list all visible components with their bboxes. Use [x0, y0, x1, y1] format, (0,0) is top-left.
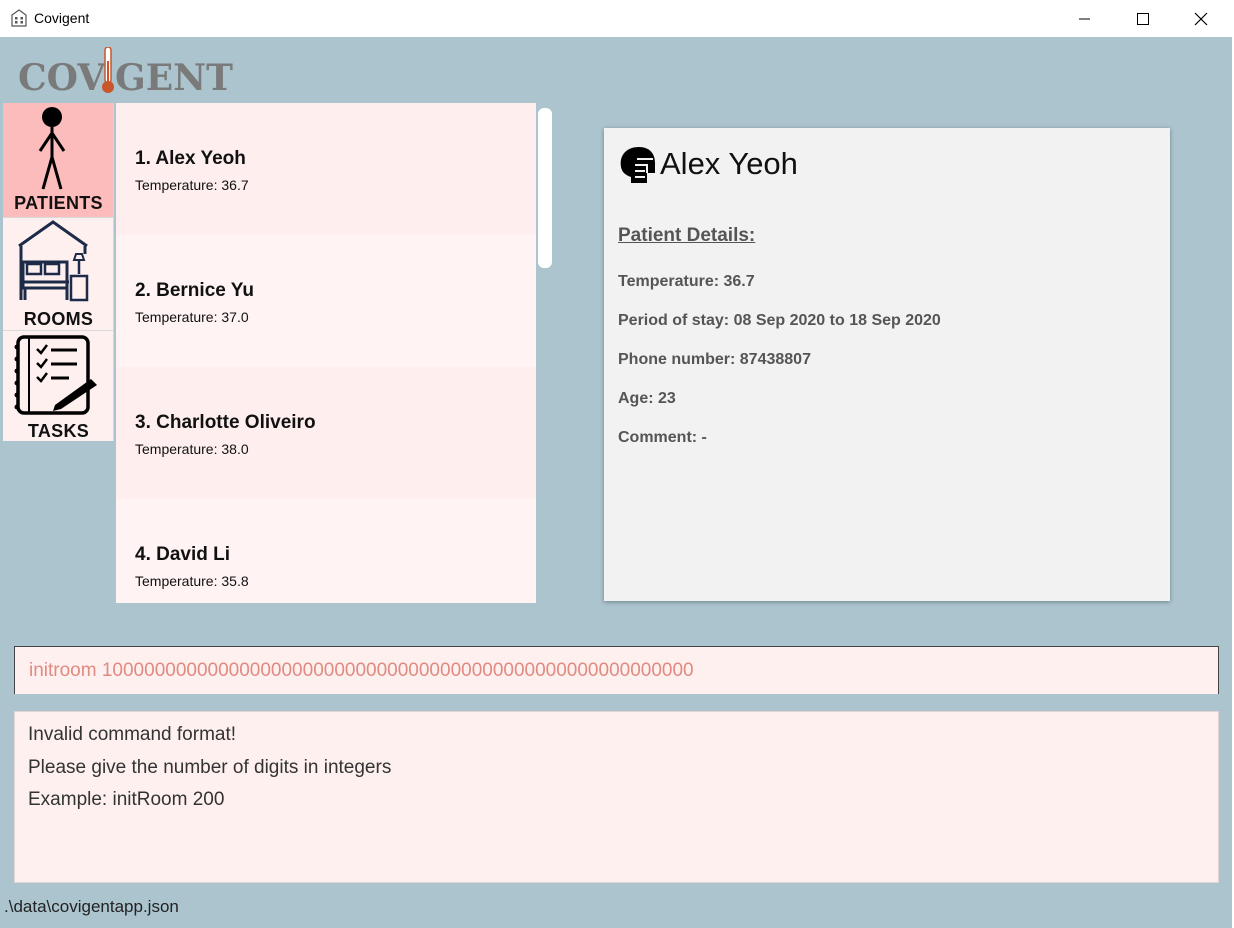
detail-comment: Comment: - [618, 429, 707, 446]
status-bar-file-path: .\data\covigentapp.json [4, 897, 179, 916]
minimize-button[interactable] [1056, 0, 1114, 37]
patient-temperature: Temperature: 36.7 [135, 177, 249, 193]
patient-head-icon [620, 147, 655, 183]
hotel-building-icon [11, 9, 27, 27]
patient-temperature: Temperature: 38.0 [135, 441, 249, 457]
nav-rooms-button[interactable]: ROOMS [3, 217, 114, 330]
logo-text-right: GENT [115, 57, 233, 97]
task-list-icon [14, 335, 97, 415]
close-button[interactable] [1172, 0, 1230, 37]
result-line: Invalid command format! [28, 724, 237, 745]
nav-patients-button[interactable]: PATIENTS [3, 103, 114, 217]
patient-card[interactable]: 1. Alex Yeoh Temperature: 36.7 [116, 103, 536, 235]
detail-phone-number: Phone number: 87438807 [618, 351, 811, 368]
patient-name: 1. Alex Yeoh [135, 148, 246, 169]
covigent-logo: COV GENT [18, 47, 233, 97]
nav-rooms-label: ROOMS [23, 309, 94, 329]
bedroom-icon [18, 220, 89, 302]
patient-name: 2. Bernice Yu [135, 280, 254, 301]
maximize-button[interactable] [1114, 0, 1172, 37]
patient-list[interactable]: 1. Alex Yeoh Temperature: 36.7 2. Bernic… [116, 103, 536, 603]
patient-card[interactable]: 4. David Li Temperature: 35.8 [116, 499, 536, 603]
title-bar: Covigent [0, 0, 1234, 37]
patient-card[interactable]: 2. Bernice Yu Temperature: 37.0 [116, 235, 536, 367]
patient-temperature: Temperature: 37.0 [135, 309, 249, 325]
result-line: Example: initRoom 200 [28, 789, 225, 810]
detail-period-of-stay: Period of stay: 08 Sep 2020 to 18 Sep 20… [618, 312, 941, 329]
command-input[interactable]: initroom 1000000000000000000000000000000… [14, 646, 1219, 694]
result-display: Invalid command format! Please give the … [14, 711, 1219, 883]
detail-heading: Patient Details: [618, 225, 756, 246]
patient-card[interactable]: 3. Charlotte Oliveiro Temperature: 38.0 [116, 367, 536, 499]
patient-temperature: Temperature: 35.8 [135, 573, 249, 589]
logo-text-left: COV [18, 57, 106, 97]
detail-age: Age: 23 [618, 390, 676, 407]
nav-tasks-label: TASKS [27, 421, 90, 441]
command-text: initroom 1000000000000000000000000000000… [29, 660, 694, 681]
patient-name: 4. David Li [135, 544, 231, 565]
minimize-icon [1079, 18, 1090, 19]
result-line: Please give the number of digits in inte… [28, 757, 392, 778]
window-title: Covigent [34, 10, 90, 26]
nav-patients-label: PATIENTS [14, 193, 103, 213]
nav-tasks-button[interactable]: TASKS [3, 330, 114, 441]
patient-list-scrollbar[interactable] [538, 108, 552, 268]
maximize-icon [1137, 12, 1149, 25]
detail-patient-name: Alex Yeoh [660, 146, 798, 181]
patient-name: 3. Charlotte Oliveiro [135, 412, 316, 433]
app-content: COV GENT PATIENTS ROOMS TASKS 1. Alex Ye… [0, 37, 1232, 928]
detail-temperature: Temperature: 36.7 [618, 273, 755, 290]
stick-figure-icon [38, 107, 66, 190]
patient-detail-panel: Alex Yeoh Patient Details: Temperature: … [604, 128, 1170, 601]
close-icon [1194, 12, 1208, 25]
